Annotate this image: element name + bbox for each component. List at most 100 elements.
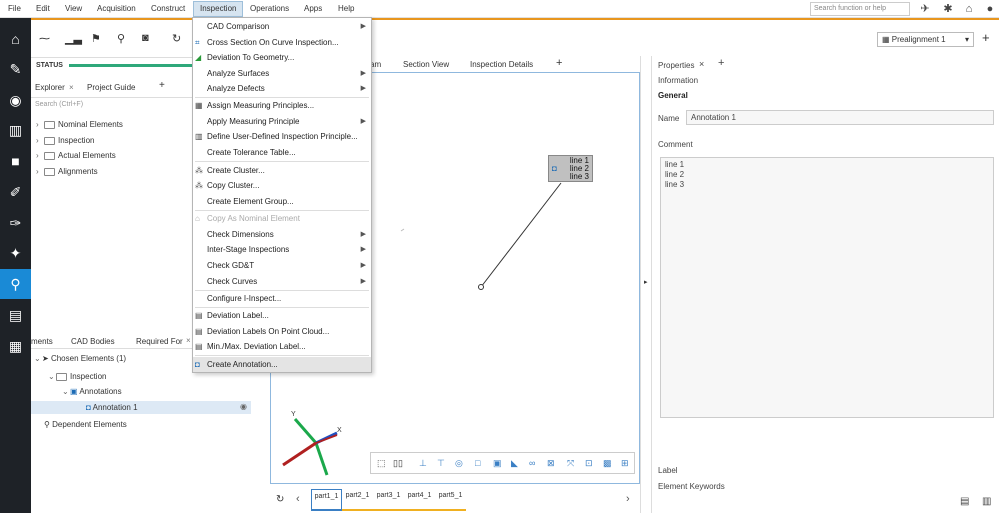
expand-icon[interactable]: ⤧ bbox=[567, 458, 574, 469]
explorer-search-input[interactable]: Search (Ctrl+F) bbox=[33, 100, 193, 113]
tree-inspection[interactable]: › Inspection bbox=[36, 136, 94, 145]
keyword-edit-icon[interactable]: ▤ bbox=[960, 496, 969, 507]
menu-item-apply-measuring-principle[interactable]: Apply Measuring Principle ▶ bbox=[193, 114, 371, 129]
add-tab-button[interactable]: + bbox=[159, 80, 165, 91]
chevron-left-icon[interactable]: ‹ bbox=[296, 493, 300, 505]
apps-grid-icon[interactable]: ▦ bbox=[0, 331, 31, 361]
pin-icon[interactable]: ✈ bbox=[918, 2, 932, 16]
keyword-list-icon[interactable]: ▥ bbox=[982, 496, 991, 507]
menu-help[interactable]: Help bbox=[338, 4, 354, 13]
add-panel-button[interactable]: + bbox=[718, 57, 724, 69]
menu-item-deviation-to-geometry[interactable]: ◢ Deviation To Geometry... bbox=[193, 50, 371, 65]
search-function-input[interactable]: Search function or help bbox=[810, 2, 910, 16]
menu-item-configure-i-inspect[interactable]: Configure I-Inspect... bbox=[193, 291, 371, 306]
part-tab-4[interactable]: part4_1 bbox=[404, 489, 435, 511]
wrench-icon[interactable]: ✎ bbox=[0, 54, 31, 84]
menu-item-copy-cluster[interactable]: ⁂ Copy Cluster... bbox=[193, 178, 371, 193]
grid-icon[interactable]: ⊞ bbox=[621, 458, 629, 469]
chevron-right-icon[interactable]: › bbox=[626, 493, 630, 505]
tree-lower-inspection[interactable]: ⌄ Inspection bbox=[48, 372, 106, 381]
chevron-right-icon[interactable]: › bbox=[36, 136, 44, 145]
part-tab-3[interactable]: part3_1 bbox=[373, 489, 404, 511]
points-icon[interactable]: ⁓ bbox=[39, 32, 50, 45]
menu-acquisition[interactable]: Acquisition bbox=[97, 4, 136, 13]
menu-item-create-annotation[interactable]: ◘ Create Annotation... bbox=[193, 357, 371, 372]
comment-field[interactable]: line 1 line 2 line 3 bbox=[660, 157, 994, 418]
menu-inspection[interactable]: Inspection bbox=[193, 1, 244, 17]
close-icon[interactable]: × bbox=[186, 336, 191, 345]
menu-construct[interactable]: Construct bbox=[151, 4, 185, 13]
chevron-down-icon[interactable]: ⌄ bbox=[48, 372, 56, 381]
refresh-icon[interactable]: ↻ bbox=[172, 32, 181, 45]
tab-elements[interactable]: ments bbox=[31, 337, 53, 346]
chevron-right-icon[interactable]: › bbox=[36, 167, 44, 176]
tree-annotations[interactable]: ⌄▣ Annotations bbox=[62, 387, 122, 396]
inspection-search-icon[interactable]: ⚲ bbox=[0, 269, 31, 299]
section-icon[interactable]: ◎ bbox=[455, 458, 463, 469]
menu-item-assign-measuring-principles[interactable]: ▦ Assign Measuring Principles... bbox=[193, 98, 371, 113]
probe-icon[interactable]: ✦ bbox=[0, 238, 31, 268]
image-icon[interactable]: ▩ bbox=[603, 458, 612, 469]
home-workspace-icon[interactable]: ⌂ bbox=[0, 24, 31, 54]
link-icon[interactable]: ∞ bbox=[529, 458, 535, 468]
tab-cad-bodies[interactable]: CAD Bodies bbox=[71, 337, 115, 346]
menu-item-analyze-defects[interactable]: Analyze Defects ▶ bbox=[193, 81, 371, 96]
menu-item-deviation-label[interactable]: ▤ Deviation Label... bbox=[193, 308, 371, 323]
add-view-tab-button[interactable]: + bbox=[556, 57, 562, 69]
menu-item-check-gdt[interactable]: Check GD&T ▶ bbox=[193, 258, 371, 273]
tab-required-for[interactable]: Required For bbox=[136, 337, 183, 346]
pen-icon[interactable]: ✑ bbox=[0, 208, 31, 238]
puzzle-icon[interactable]: ✱ bbox=[941, 2, 955, 16]
alignment-select[interactable]: ▦ Prealignment 1 ▾ bbox=[877, 32, 974, 47]
menu-edit[interactable]: Edit bbox=[36, 4, 50, 13]
dropdown-arrow-icon[interactable]: ▾ bbox=[965, 35, 969, 44]
box-icon[interactable]: □ bbox=[475, 458, 480, 468]
tab-inspection-details[interactable]: Inspection Details bbox=[470, 60, 533, 69]
tree-alignments[interactable]: › Alignments bbox=[36, 167, 98, 176]
menu-item-define-inspection-principle[interactable]: ▥ Define User-Defined Inspection Principl… bbox=[193, 129, 371, 144]
menu-item-cad-comparison[interactable]: CAD Comparison ▶ bbox=[193, 19, 371, 34]
menu-operations[interactable]: Operations bbox=[250, 4, 289, 13]
select-icon[interactable]: ⬚ bbox=[377, 458, 386, 469]
menu-item-cross-section[interactable]: ⌗ Cross Section On Curve Inspection... bbox=[193, 35, 371, 50]
chevron-right-icon[interactable]: › bbox=[36, 120, 44, 129]
part-tab-2[interactable]: part2_1 bbox=[342, 489, 373, 511]
tree-chosen-elements[interactable]: ⌄➤ Chosen Elements (1) bbox=[34, 354, 126, 363]
close-icon[interactable]: × bbox=[69, 83, 74, 92]
report-icon[interactable]: ▤ bbox=[0, 300, 31, 330]
menu-item-check-dimensions[interactable]: Check Dimensions ▶ bbox=[193, 227, 371, 242]
part-tab-1[interactable]: part1_1 bbox=[311, 489, 342, 511]
tree-dependent-elements[interactable]: ⚲ Dependent Elements bbox=[44, 420, 127, 429]
chart-icon[interactable]: ▁▃ bbox=[65, 32, 82, 45]
fit-icon[interactable]: ⊡ bbox=[585, 458, 593, 469]
split-icon[interactable]: ▯▯ bbox=[393, 458, 403, 469]
home-icon[interactable]: ⌂ bbox=[962, 2, 976, 16]
tree-nominal-elements[interactable]: › Nominal Elements bbox=[36, 120, 123, 129]
panel-splitter[interactable]: ▸ bbox=[640, 56, 652, 513]
brush-icon[interactable]: ✐ bbox=[0, 177, 31, 207]
tab-explorer[interactable]: Explorer bbox=[35, 83, 65, 92]
menu-item-analyze-surfaces[interactable]: Analyze Surfaces ▶ bbox=[193, 66, 371, 81]
flag-icon[interactable]: ⚑ bbox=[91, 32, 101, 45]
part-tab-5[interactable]: part5_1 bbox=[435, 489, 466, 511]
chevron-right-icon[interactable]: › bbox=[36, 151, 44, 160]
eye-icon[interactable]: ◉ bbox=[240, 402, 247, 411]
align-icon[interactable]: ⊥ bbox=[419, 458, 427, 469]
tree-annotation-1[interactable]: ◘ Annotation 1 ◉ bbox=[31, 401, 251, 414]
menu-item-create-tolerance-table[interactable]: Create Tolerance Table... bbox=[193, 145, 371, 160]
annotation-anchor-point[interactable] bbox=[478, 284, 484, 290]
annotation-label[interactable]: line 1 ◘ line 2 line 3 bbox=[548, 155, 593, 182]
name-field[interactable]: Annotation 1 bbox=[686, 110, 994, 125]
barcode-icon[interactable]: ▥ bbox=[0, 115, 31, 145]
plane-icon[interactable]: ⊤ bbox=[437, 458, 445, 469]
menu-item-create-element-group[interactable]: Create Element Group... bbox=[193, 194, 371, 209]
add-alignment-button[interactable]: + bbox=[982, 30, 990, 45]
refresh-parts-icon[interactable]: ↻ bbox=[276, 494, 284, 505]
tree-actual-elements[interactable]: › Actual Elements bbox=[36, 151, 116, 160]
chevron-down-icon[interactable]: ⌄ bbox=[62, 387, 70, 396]
magnify-icon[interactable]: ⚲ bbox=[117, 32, 125, 45]
user-icon[interactable]: ● bbox=[983, 2, 997, 16]
sync-icon[interactable]: ◉ bbox=[0, 85, 31, 115]
menu-item-create-cluster[interactable]: ⁂ Create Cluster... bbox=[193, 163, 371, 178]
menu-item-inter-stage-inspections[interactable]: Inter-Stage Inspections ▶ bbox=[193, 242, 371, 257]
